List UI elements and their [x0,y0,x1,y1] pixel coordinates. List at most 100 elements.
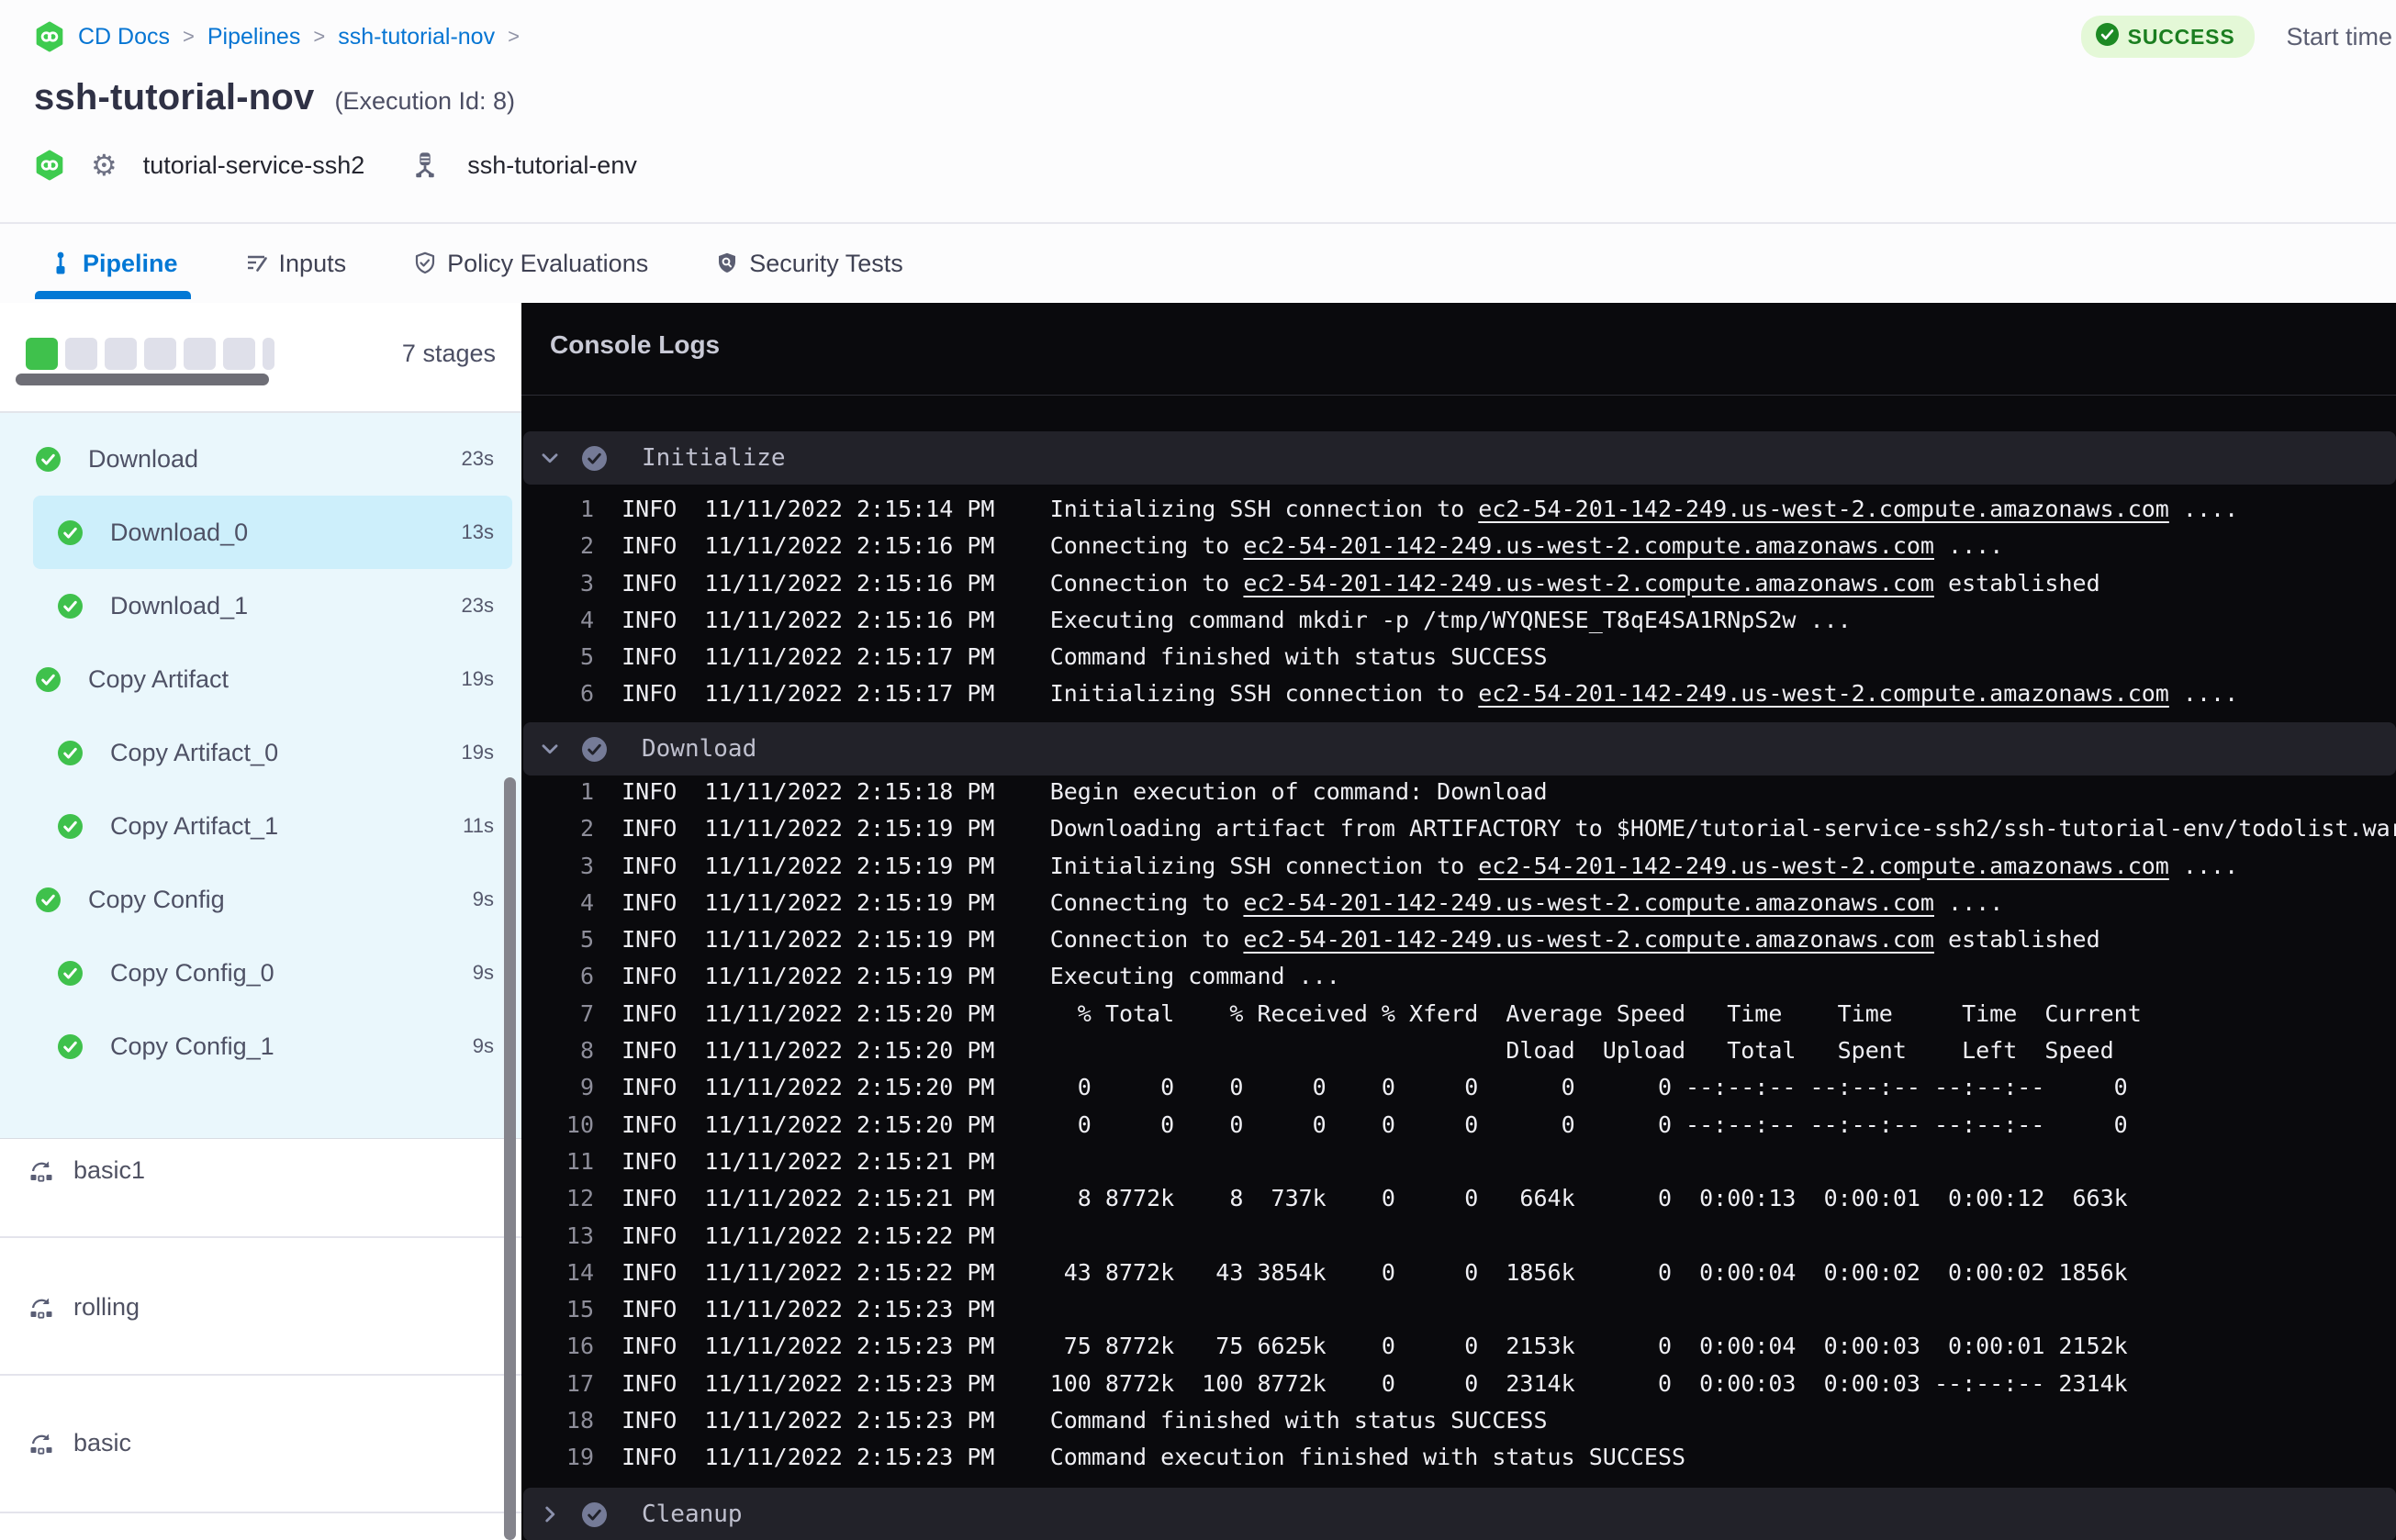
stage-item-copy-config_1[interactable]: Copy Config_1 9s [0,1010,521,1083]
stage-item-basic1[interactable]: basic1 [28,1152,145,1188]
host-link[interactable]: ec2-54-201-142-249.us-west-2.compute.ama… [1478,853,2169,879]
stage-duration: 23s [461,447,494,470]
stage-graph-node[interactable] [223,338,255,370]
page-title: ssh-tutorial-nov [34,77,315,117]
stage-duration: 19s [461,741,494,764]
log-line-text: INFO 11/11/2022 2:15:16 PM Executing com… [594,606,1852,633]
stage-graph-node[interactable] [144,338,176,370]
host-link[interactable]: ec2-54-201-142-249.us-west-2.compute.ama… [1243,532,1934,559]
stage-item-label: Copy Config [88,885,225,913]
stage-item-rolling[interactable]: rolling [28,1289,140,1325]
stage-graph-scrollbar[interactable] [16,374,269,385]
stage-graph-node[interactable] [263,338,274,370]
log-line: 13 INFO 11/11/2022 2:15:22 PM [565,1218,2392,1255]
success-check-icon [36,887,61,912]
log-line-text: INFO 11/11/2022 2:15:23 PM Command execu… [594,1444,1686,1471]
sidebar-scrollbar[interactable] [504,777,516,1540]
log-line-number: 4 [579,606,594,633]
breadcrumb-link[interactable]: ssh-tutorial-nov [338,24,495,50]
stage-item-label: Copy Artifact_1 [110,811,279,840]
tab-label: Inputs [278,249,347,277]
stage-item-basic[interactable]: basic [28,1424,131,1461]
stage-graph-node[interactable] [65,338,97,370]
success-check-icon [58,1033,83,1059]
stage-graph-node[interactable] [184,338,216,370]
log-section-label: Initialize [642,444,786,472]
pipeline-execution-page: CD Docs > Pipelines > ssh-tutorial-nov > SUCC… [0,0,2396,1540]
host-link[interactable]: ec2-54-201-142-249.us-west-2.compute.ama… [1243,926,1934,953]
stage-duration: 9s [472,887,494,910]
tab-pipeline[interactable]: Pipeline [35,224,191,303]
host-link[interactable]: ec2-54-201-142-249.us-west-2.compute.ama… [1478,496,2169,522]
stage-item-copy-config_0[interactable]: Copy Config_0 9s [0,936,521,1010]
log-section-header-cleanup[interactable]: Cleanup [523,1488,2396,1540]
stage-item-copy-artifact[interactable]: Copy Artifact 19s [0,642,521,716]
stage-graph-node[interactable] [105,338,137,370]
stage-graph-summary: 7 stages [0,303,521,413]
inputs-icon [244,251,270,276]
stage-item-download_1[interactable]: Download_1 23s [0,569,521,642]
stage-graph-node[interactable] [26,338,58,370]
stage-item-download[interactable]: Download 23s [0,422,521,496]
log-line-text: INFO 11/11/2022 2:15:20 PM 0 0 0 0 0 0 0… [594,1110,2128,1138]
log-line-number: 15 [565,1296,594,1323]
log-line-number: 3 [579,852,594,879]
status-area: SUCCESS Start time [2080,16,2392,58]
chevron-down-icon[interactable] [538,737,562,761]
log-line-number: 13 [565,1222,594,1249]
harness-logo-icon [34,21,65,52]
log-section-header-initialize[interactable]: Initialize [523,431,2396,485]
log-line-text: INFO 11/11/2022 2:15:19 PM Connection to… [594,926,2100,954]
tab-label: Security Tests [749,249,903,277]
log-line: 6 INFO 11/11/2022 2:15:19 PM Executing c… [565,958,2392,995]
success-check-icon [36,446,61,472]
log-section-label: Download [642,735,757,763]
chevron-right-icon[interactable] [538,1502,562,1526]
log-line-text: INFO 11/11/2022 2:15:19 PM Downloading a… [594,815,2396,843]
stage-duration: 19s [461,667,494,690]
console-logs-title: Console Logs [550,330,721,359]
tab-policy-evaluations[interactable]: Policy Evaluations [399,224,661,303]
stage-item-label: Copy Artifact_0 [110,738,279,766]
stage-duration: 9s [472,961,494,984]
service-name[interactable]: tutorial-service-ssh2 [143,151,365,180]
tab-label: Pipeline [83,249,178,277]
chevron-down-icon[interactable] [538,446,562,470]
log-line-text: INFO 11/11/2022 2:15:23 PM 100 8772k 100… [594,1369,2128,1397]
stage-item-download_0[interactable]: Download_0 13s [0,496,521,569]
stage-duration: 11s [463,814,494,837]
log-section-header-download[interactable]: Download [523,722,2396,776]
tab-bar: Pipeline Inputs Policy Evaluations Security… [0,222,2396,303]
stage-item-label: Download_0 [110,518,249,546]
success-check-icon [36,666,61,692]
success-check-icon [58,813,83,839]
stage-item-copy-artifact_1[interactable]: Copy Artifact_1 11s [0,789,521,863]
log-line: 5 INFO 11/11/2022 2:15:17 PM Command fin… [565,639,2392,675]
log-line-text: INFO 11/11/2022 2:15:20 PM Dload Upload … [594,1037,2114,1065]
log-line: 5 INFO 11/11/2022 2:15:19 PM Connection … [565,921,2392,958]
stage-item-label: Copy Artifact [88,664,230,693]
host-link[interactable]: ec2-54-201-142-249.us-west-2.compute.ama… [1243,570,1934,597]
tab-security-tests[interactable]: Security Tests [701,224,916,303]
list-divider [0,1236,521,1238]
tab-inputs[interactable]: Inputs [231,224,360,303]
log-line: 6 INFO 11/11/2022 2:15:17 PM Initializin… [565,675,2392,712]
host-link[interactable]: ec2-54-201-142-249.us-west-2.compute.ama… [1243,889,1934,916]
breadcrumb-link[interactable]: Pipelines [207,24,300,50]
log-line-number: 19 [565,1444,594,1471]
stage-item-label: Copy Config_0 [110,958,274,987]
breadcrumb-link[interactable]: CD Docs [78,24,170,50]
chevron-right-separator: > [313,25,326,48]
host-link[interactable]: ec2-54-201-142-249.us-west-2.compute.ama… [1478,680,2169,707]
tab-label: Policy Evaluations [447,249,649,277]
stage-item-copy-config[interactable]: Copy Config 9s [0,863,521,936]
log-line-text: INFO 11/11/2022 2:15:16 PM Connection to… [594,569,2100,597]
environment-name[interactable]: ssh-tutorial-env [467,151,637,180]
log-line: 14 INFO 11/11/2022 2:15:22 PM 43 8772k 4… [565,1255,2392,1291]
stage-item-highlight [33,569,512,642]
stage-item-canary2[interactable]: canary2 [28,1534,162,1540]
stage-item-copy-artifact_0[interactable]: Copy Artifact_0 19s [0,716,521,789]
log-line: 8 INFO 11/11/2022 2:15:20 PM Dload Uploa… [565,1032,2392,1069]
log-line-text: INFO 11/11/2022 2:15:18 PM Begin executi… [594,778,1548,805]
success-check-icon [2095,23,2119,50]
